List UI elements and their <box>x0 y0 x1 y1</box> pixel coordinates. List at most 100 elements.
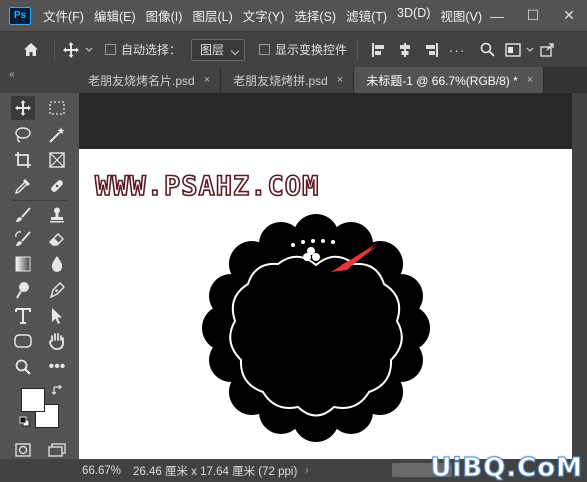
show-transform-checkbox[interactable] <box>259 44 271 55</box>
minimize-button[interactable]: — <box>479 0 515 31</box>
brush-icon <box>16 207 31 222</box>
eraser-tool[interactable] <box>45 227 69 251</box>
menu-items: 文件(F) 编辑(E) 图像(I) 图层(L) 文字(Y) 选择(S) 滤镜(T… <box>38 6 487 25</box>
healing-brush-tool[interactable] <box>45 174 69 198</box>
eyedropper-icon <box>14 179 30 195</box>
auto-select-target-value: 图层 <box>200 43 225 57</box>
more-options-button[interactable]: ··· <box>448 41 466 59</box>
screen-mode-icon <box>48 443 66 457</box>
menu-image[interactable]: 图像(I) <box>141 6 188 25</box>
magic-wand-icon <box>49 127 65 143</box>
menu-file[interactable]: 文件(F) <box>38 6 89 25</box>
menu-filter[interactable]: 滤镜(T) <box>341 6 392 25</box>
home-icon <box>24 43 38 56</box>
lasso-tool[interactable] <box>11 123 35 147</box>
search-button[interactable] <box>478 41 496 59</box>
hand-icon <box>49 333 64 350</box>
maximize-button[interactable]: ☐ <box>515 0 551 31</box>
tab-document-3[interactable]: 未标题-1 @ 66.7%(RGB/8) * × <box>354 67 545 93</box>
close-window-button[interactable]: ✕ <box>551 0 587 31</box>
gradient-icon <box>15 256 31 272</box>
default-colors-button[interactable] <box>18 415 30 427</box>
foreground-color-swatch[interactable] <box>21 388 45 412</box>
tab-close-icon[interactable]: × <box>337 74 343 86</box>
canvas[interactable]: WWW.PSAHZ.COM <box>79 149 572 459</box>
stamp-icon <box>50 207 64 223</box>
align-center-button[interactable] <box>396 41 414 59</box>
align-right-icon <box>426 42 439 57</box>
separator <box>357 38 359 61</box>
document-size-info: 26.46 厘米 x 17.64 厘米 (72 ppi) <box>133 465 298 478</box>
align-left-button[interactable] <box>370 41 388 59</box>
menu-type[interactable]: 文字(Y) <box>238 6 290 25</box>
rectangle-marquee-icon <box>49 101 65 115</box>
menu-bar: Ps 文件(F) 编辑(E) 图像(I) 图层(L) 文字(Y) 选择(S) 滤… <box>0 0 587 31</box>
site-watermark: UiBQ.CoM <box>430 453 583 482</box>
scalloped-badge-shape <box>202 214 430 442</box>
tab-close-icon[interactable]: × <box>527 74 533 86</box>
home-button[interactable] <box>16 37 46 63</box>
hand-tool[interactable] <box>45 329 69 353</box>
zoom-tool[interactable] <box>11 355 35 379</box>
path-selection-tool[interactable] <box>45 304 69 328</box>
tab-document-2[interactable]: 老朋友烧烤拼.psd × <box>221 67 355 93</box>
vertical-scrollbar[interactable] <box>572 93 587 459</box>
tool-separator <box>11 200 67 201</box>
rounded-rectangle-icon <box>14 334 32 348</box>
pen-icon <box>49 282 65 299</box>
clone-stamp-tool[interactable] <box>45 203 69 227</box>
tool-preset-picker[interactable] <box>63 41 93 58</box>
auto-select-label: 自动选择： <box>121 43 182 57</box>
bandage-icon <box>51 180 63 192</box>
menu-select[interactable]: 选择(S) <box>289 6 341 25</box>
photoshop-logo: Ps <box>9 6 31 25</box>
pointer-arrow-icon <box>52 308 62 324</box>
panel-collapse-button[interactable]: « <box>0 67 76 93</box>
pen-tool[interactable] <box>45 278 69 302</box>
align-horizontal-center-icon <box>400 42 411 57</box>
history-brush-tool[interactable] <box>11 227 35 251</box>
swap-colors-button[interactable] <box>51 384 63 396</box>
tab-document-1[interactable]: 老朋友烧烤名片.psd × <box>76 67 222 93</box>
move-tool[interactable] <box>11 96 35 120</box>
document-window[interactable]: WWW.PSAHZ.COM <box>79 93 572 459</box>
menu-edit[interactable]: 编辑(E) <box>89 6 141 25</box>
tab-label: 未标题-1 @ 66.7%(RGB/8) * <box>366 73 518 88</box>
shape-tool[interactable] <box>11 329 35 353</box>
gradient-tool[interactable] <box>11 252 35 276</box>
frame-tool[interactable] <box>45 148 69 172</box>
crop-tool[interactable] <box>11 148 35 172</box>
workspace-icon <box>505 42 521 57</box>
chevron-down-icon <box>85 47 93 52</box>
zoom-level[interactable]: 66.67% <box>82 465 121 477</box>
edit-toolbar-button[interactable]: ••• <box>45 355 69 379</box>
tab-label: 老朋友烧烤拼.psd <box>233 73 328 88</box>
auto-select-checkbox[interactable] <box>105 44 116 55</box>
frame-icon <box>49 152 65 168</box>
type-icon <box>15 308 31 324</box>
marquee-tool[interactable] <box>45 96 69 120</box>
eraser-icon <box>49 233 64 246</box>
menu-3d[interactable]: 3D(D) <box>392 6 435 25</box>
menu-layer[interactable]: 图层(L) <box>187 6 237 25</box>
tab-close-icon[interactable]: × <box>204 74 210 86</box>
blur-tool[interactable] <box>45 252 69 276</box>
dodge-tool[interactable] <box>11 278 35 302</box>
quick-mask-icon <box>15 443 31 457</box>
status-menu-arrow[interactable]: › <box>305 465 308 476</box>
share-icon <box>539 43 554 57</box>
type-tool[interactable] <box>11 304 35 328</box>
move-icon <box>63 41 79 58</box>
auto-select-target-dropdown[interactable]: 图层 <box>191 38 246 61</box>
workspace-button[interactable] <box>504 41 522 59</box>
options-bar: 自动选择： 图层 显示变换控件 ··· <box>0 31 587 67</box>
brush-tool[interactable] <box>11 203 35 227</box>
magic-wand-tool[interactable] <box>45 123 69 147</box>
align-right-button[interactable] <box>422 41 440 59</box>
crop-icon <box>15 152 31 168</box>
show-transform-label: 显示变换控件 <box>275 43 348 57</box>
eyedropper-tool[interactable] <box>11 174 35 198</box>
ellipsis-icon: ••• <box>48 358 66 375</box>
share-button[interactable] <box>538 41 556 59</box>
lasso-icon <box>15 127 31 143</box>
